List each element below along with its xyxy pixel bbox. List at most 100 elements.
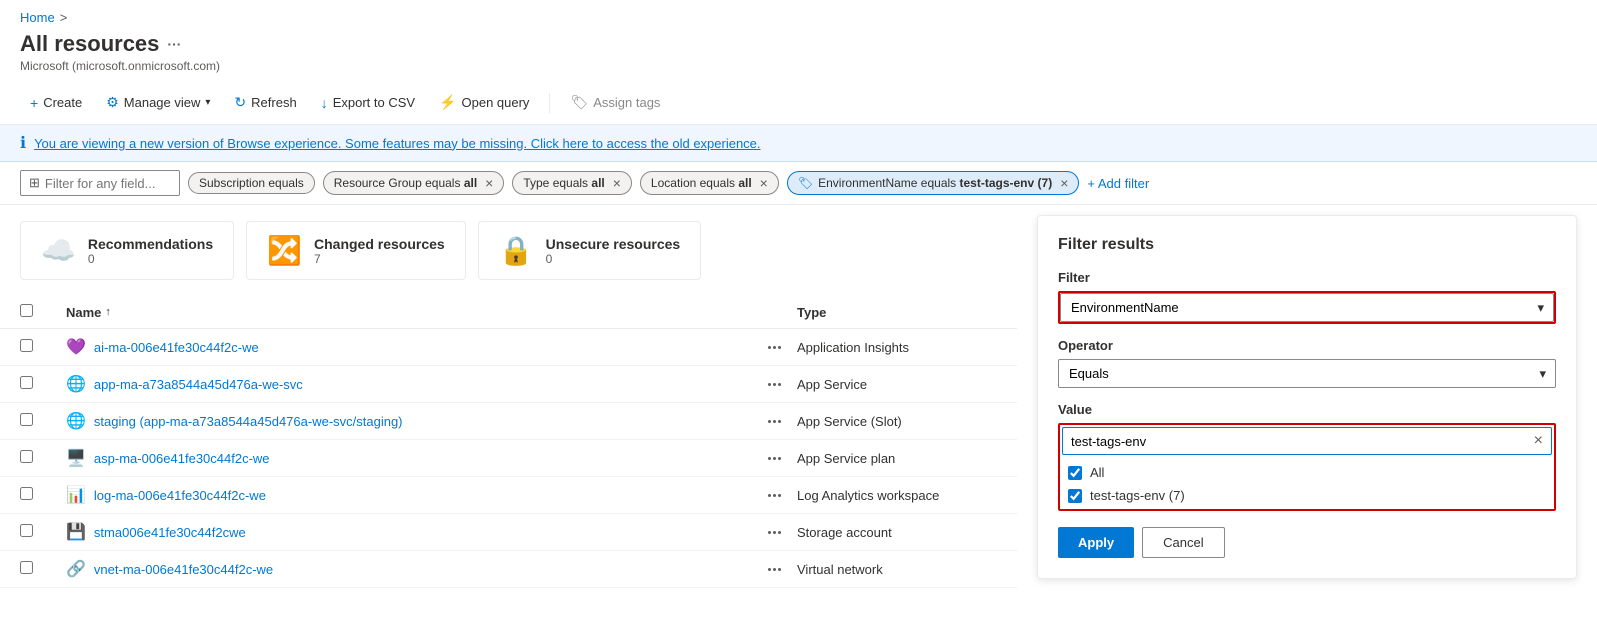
row-checkbox[interactable]	[20, 561, 33, 574]
changed-resources-title: Changed resources	[314, 236, 445, 252]
create-icon: +	[30, 95, 38, 111]
filter-field-select[interactable]: EnvironmentName	[1060, 293, 1554, 322]
refresh-icon: ↻	[234, 94, 246, 111]
resource-type: Storage account	[797, 525, 997, 540]
table-section: ☁️ Recommendations 0 🔀 Changed resources…	[0, 205, 1017, 589]
filter-field-select-wrapper: EnvironmentName ▾	[1058, 291, 1556, 324]
value-label: Value	[1058, 402, 1556, 417]
unsecure-resources-icon: 🔒	[499, 234, 534, 267]
unsecure-resources-card[interactable]: 🔒 Unsecure resources 0	[478, 221, 702, 280]
manage-view-button[interactable]: ⚙ Manage view ▾	[96, 89, 220, 116]
row-more-icon[interactable]	[768, 420, 781, 423]
resource-type: Log Analytics workspace	[797, 488, 997, 503]
create-button[interactable]: + Create	[20, 90, 92, 116]
table-row: 🔗 vnet-ma-006e41fe30c44f2c-we Virtual ne…	[0, 551, 1017, 588]
row-more-icon[interactable]	[768, 383, 781, 386]
filter-tag-resource-group[interactable]: Resource Group equals all ×	[323, 171, 505, 195]
export-button[interactable]: ↓ Export to CSV	[311, 90, 425, 116]
select-all-checkbox[interactable]	[20, 304, 33, 317]
filter-bar: ⊞ Subscription equals Resource Group equ…	[0, 162, 1597, 205]
row-checkbox[interactable]	[20, 524, 33, 537]
resource-link[interactable]: 🔗 vnet-ma-006e41fe30c44f2c-we	[66, 559, 752, 579]
resource-icon: 🌐	[66, 411, 86, 431]
panel-actions: Apply Cancel	[1058, 527, 1556, 558]
info-icon: ℹ	[20, 133, 26, 153]
row-more-icon[interactable]	[768, 568, 781, 571]
env-checkbox[interactable]	[1068, 489, 1082, 503]
resource-type: App Service plan	[797, 451, 997, 466]
changed-resources-card[interactable]: 🔀 Changed resources 7	[246, 221, 466, 280]
page-title: All resources	[20, 31, 159, 57]
breadcrumb-home[interactable]: Home	[20, 10, 55, 25]
resource-link[interactable]: 📊 log-ma-006e41fe30c44f2c-we	[66, 485, 752, 505]
resource-link[interactable]: 🖥️ asp-ma-006e41fe30c44f2c-we	[66, 448, 752, 468]
table-row: 🌐 app-ma-a73a8544a45d476a-we-svc App Ser…	[0, 366, 1017, 403]
recommendations-card[interactable]: ☁️ Recommendations 0	[20, 221, 234, 280]
cancel-button[interactable]: Cancel	[1142, 527, 1224, 558]
table-row: 🖥️ asp-ma-006e41fe30c44f2c-we App Servic…	[0, 440, 1017, 477]
summary-cards: ☁️ Recommendations 0 🔀 Changed resources…	[0, 205, 1017, 296]
assign-tags-button[interactable]: 🏷 Assign tags	[560, 89, 670, 116]
resource-icon: 💾	[66, 522, 86, 542]
breadcrumb: Home >	[0, 0, 1597, 27]
toolbar: + Create ⚙ Manage view ▾ ↻ Refresh ↓ Exp…	[0, 81, 1597, 125]
clear-value-icon[interactable]: ×	[1534, 432, 1543, 450]
query-icon: ⚡	[439, 94, 456, 111]
filter-tag-location[interactable]: Location equals all ×	[640, 171, 779, 195]
tag-icon: 🏷	[570, 94, 588, 111]
main-content: ☁️ Recommendations 0 🔀 Changed resources…	[0, 205, 1597, 589]
resource-link[interactable]: 🌐 app-ma-a73a8544a45d476a-we-svc	[66, 374, 752, 394]
table-row: 🌐 staging (app-ma-a73a8544a45d476a-we-sv…	[0, 403, 1017, 440]
filter-tag-close-icon[interactable]: ×	[613, 175, 621, 191]
resource-icon: 🌐	[66, 374, 86, 394]
value-input[interactable]	[1071, 434, 1534, 449]
info-link[interactable]: You are viewing a new version of Browse …	[34, 136, 760, 151]
resource-link[interactable]: 💜 ai-ma-006e41fe30c44f2c-we	[66, 337, 752, 357]
filter-tag-label: Resource Group equals all	[334, 176, 477, 190]
filter-tag-close-icon[interactable]: ×	[760, 175, 768, 191]
add-filter-button[interactable]: + Add filter	[1087, 176, 1149, 191]
all-checkbox-label: All	[1090, 465, 1104, 480]
filter-tag-subscription[interactable]: Subscription equals	[188, 172, 315, 194]
recommendations-count: 0	[88, 252, 213, 266]
table-row: 💾 stma006e41fe30c44f2cwe Storage account	[0, 514, 1017, 551]
more-options-icon[interactable]: ···	[167, 36, 181, 52]
filter-tag-type[interactable]: Type equals all ×	[512, 171, 632, 195]
all-checkbox[interactable]	[1068, 466, 1082, 480]
filter-tag-label: Location equals all	[651, 176, 752, 190]
environment-tag-icon: 🏷	[798, 176, 813, 190]
filter-input-wrapper[interactable]: ⊞	[20, 170, 180, 196]
gear-icon: ⚙	[106, 94, 119, 111]
value-input-row: ×	[1062, 427, 1552, 455]
operator-select[interactable]: Equals	[1058, 359, 1556, 388]
changed-resources-count: 7	[314, 252, 445, 266]
chevron-down-icon: ▾	[205, 97, 210, 108]
filter-tag-environment[interactable]: 🏷 EnvironmentName equals test-tags-env (…	[787, 171, 1080, 195]
resource-link[interactable]: 💾 stma006e41fe30c44f2cwe	[66, 522, 752, 542]
row-more-icon[interactable]	[768, 531, 781, 534]
column-header-type: Type	[797, 305, 997, 320]
row-more-icon[interactable]	[768, 494, 781, 497]
info-bar: ℹ You are viewing a new version of Brows…	[0, 125, 1597, 162]
apply-button[interactable]: Apply	[1058, 527, 1134, 558]
row-more-icon[interactable]	[768, 346, 781, 349]
export-icon: ↓	[321, 95, 328, 111]
row-checkbox[interactable]	[20, 339, 33, 352]
unsecure-resources-title: Unsecure resources	[546, 236, 681, 252]
resource-link[interactable]: 🌐 staging (app-ma-a73a8544a45d476a-we-sv…	[66, 411, 752, 431]
column-header-name[interactable]: Name ↑	[66, 305, 781, 320]
filter-panel: Filter results Filter EnvironmentName ▾ …	[1037, 215, 1577, 579]
refresh-button[interactable]: ↻ Refresh	[224, 89, 306, 116]
row-checkbox[interactable]	[20, 413, 33, 426]
row-more-icon[interactable]	[768, 457, 781, 460]
recommendations-title: Recommendations	[88, 236, 213, 252]
filter-tag-close-icon[interactable]: ×	[1060, 175, 1068, 191]
env-checkbox-label: test-tags-env (7)	[1090, 488, 1185, 503]
breadcrumb-separator: >	[60, 10, 68, 25]
filter-any-field-input[interactable]	[45, 176, 165, 191]
filter-tag-close-icon[interactable]: ×	[485, 175, 493, 191]
row-checkbox[interactable]	[20, 487, 33, 500]
row-checkbox[interactable]	[20, 376, 33, 389]
open-query-button[interactable]: ⚡ Open query	[429, 89, 539, 116]
row-checkbox[interactable]	[20, 450, 33, 463]
